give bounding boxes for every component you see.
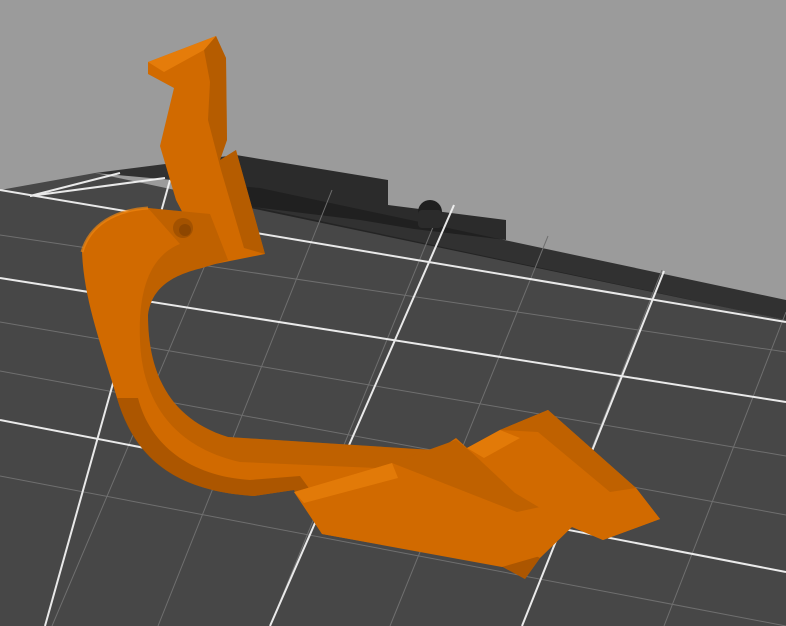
bolt-hole [173, 218, 193, 238]
scene-canvas[interactable] [0, 0, 786, 626]
3d-viewport[interactable] [0, 0, 786, 626]
plate-peg-top [418, 210, 442, 228]
